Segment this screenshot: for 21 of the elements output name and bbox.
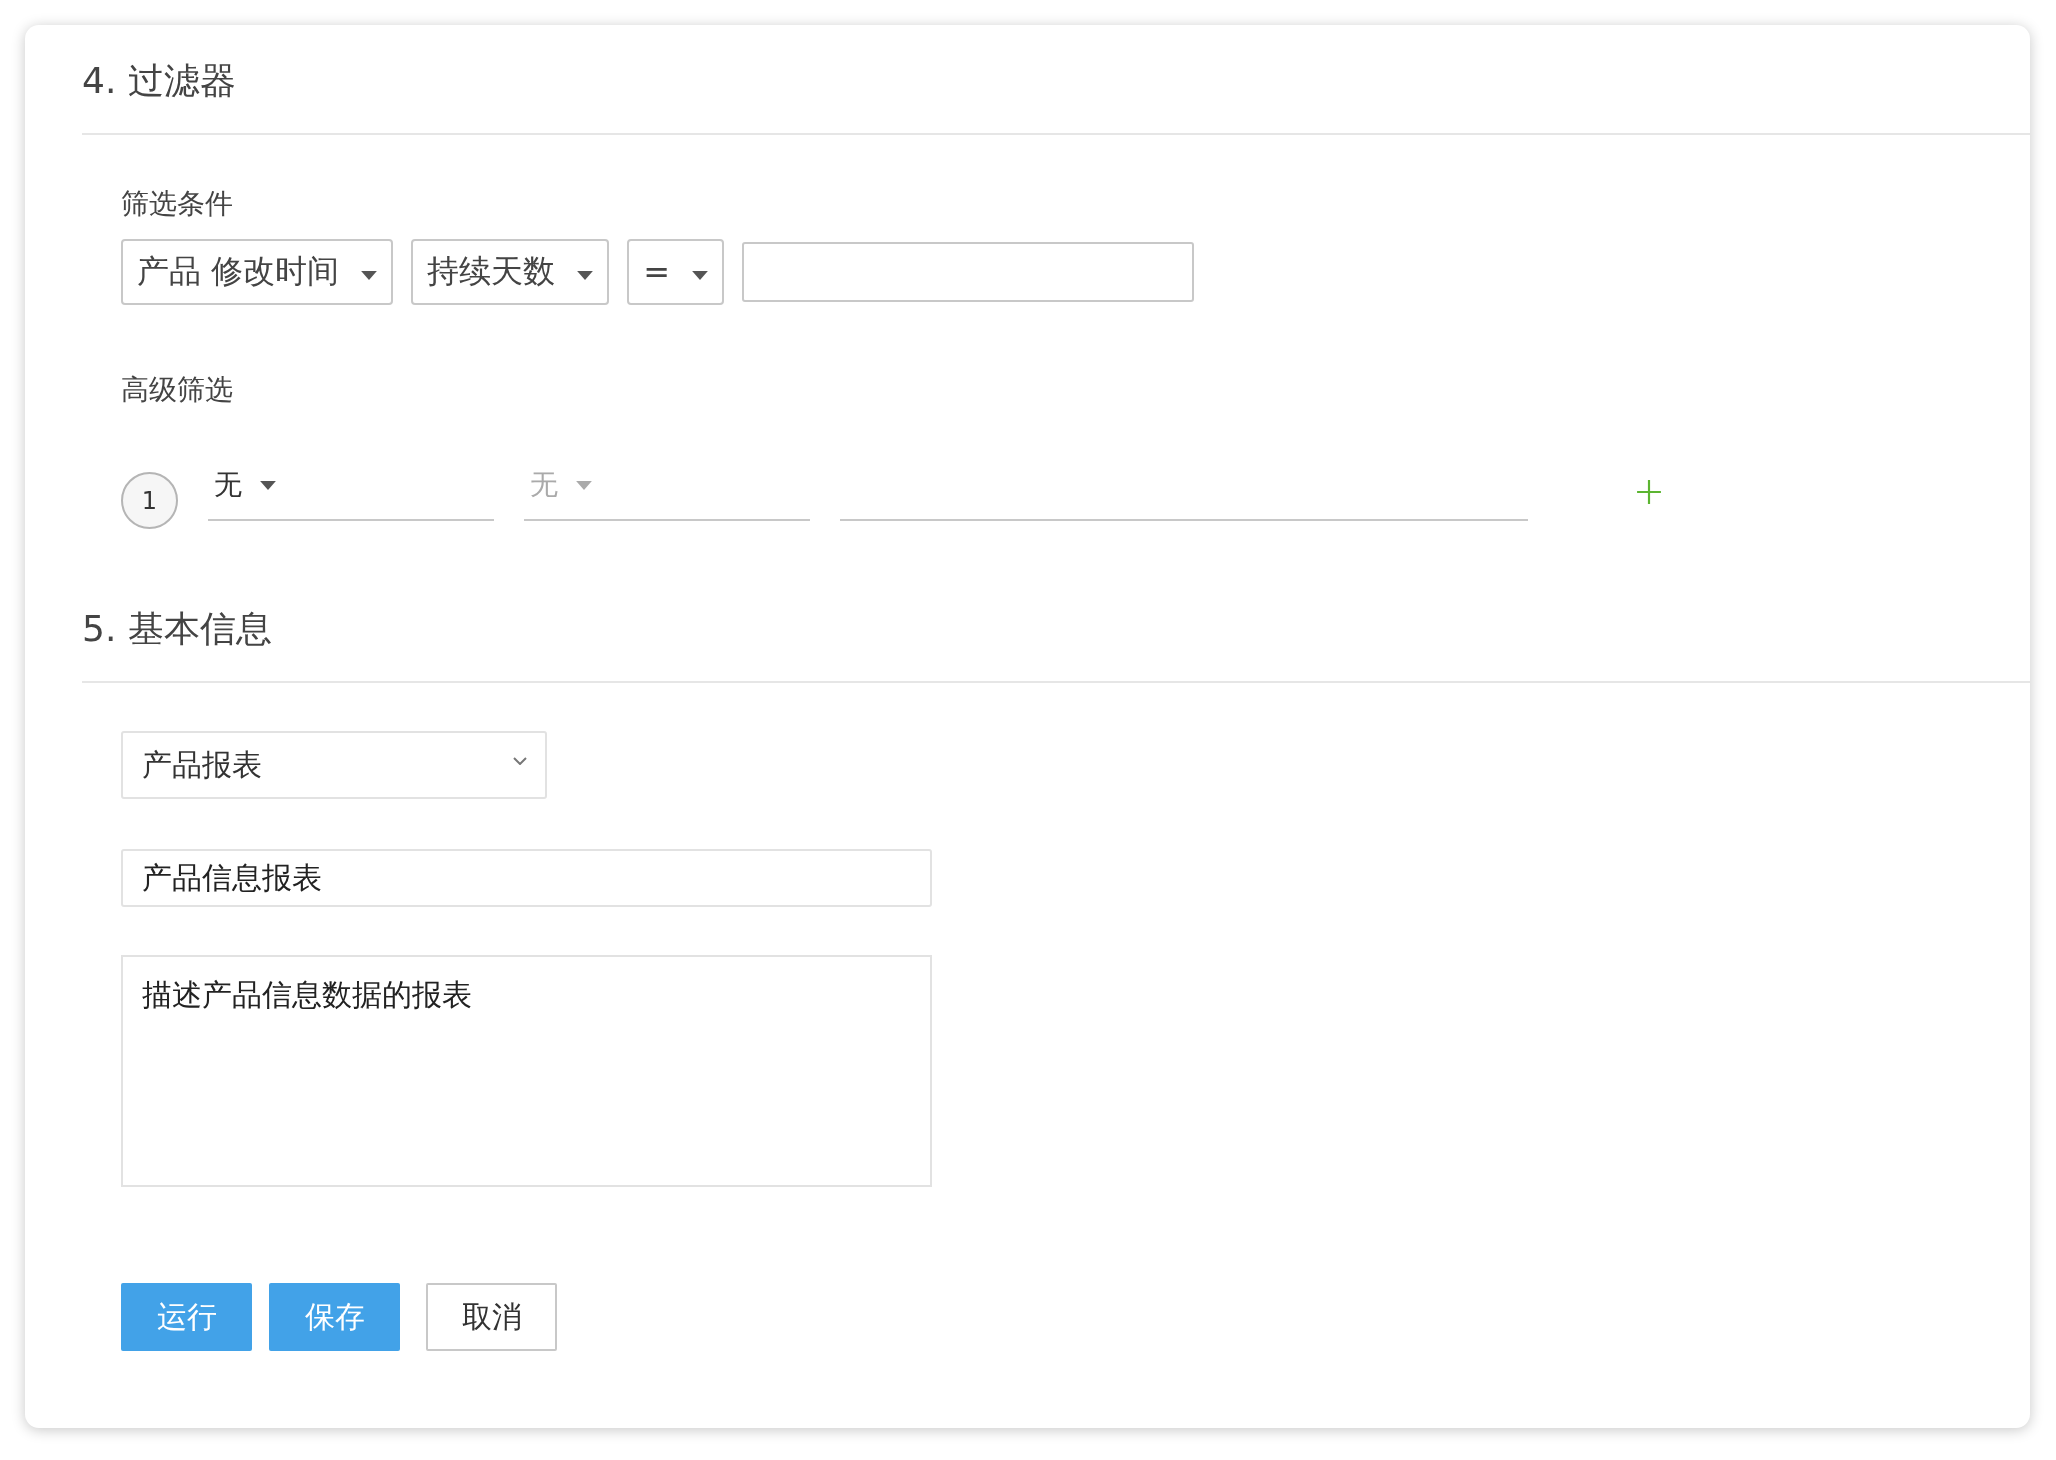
- caret-icon: [577, 270, 594, 280]
- add-icon[interactable]: [1636, 479, 1662, 505]
- input-field[interactable]: [742, 242, 1194, 302]
- dropdown[interactable]: 持续天数: [411, 239, 610, 305]
- text-area[interactable]: 描述产品信息数据的报表: [121, 955, 932, 1187]
- action-button[interactable]: 取消: [426, 1283, 557, 1351]
- field-label: 高级筛选: [121, 372, 234, 408]
- field-label: 筛选条件: [121, 186, 234, 222]
- caret-icon: [692, 270, 708, 280]
- dropdown[interactable]: =: [627, 239, 724, 305]
- step-number: 1: [121, 472, 178, 529]
- caret-icon: [361, 270, 378, 280]
- dropdown[interactable]: 产品 修改时间: [121, 239, 394, 305]
- caret-icon: [576, 480, 592, 490]
- section-title: 5. 基本信息: [82, 607, 273, 651]
- chevron-down-icon: [513, 757, 527, 765]
- section-title: 4. 过滤器: [82, 59, 237, 103]
- dropdown[interactable]: 产品报表: [121, 731, 547, 799]
- dropdown[interactable]: 无: [208, 461, 494, 521]
- input-field[interactable]: 产品信息报表: [121, 849, 932, 907]
- caret-icon: [260, 480, 276, 490]
